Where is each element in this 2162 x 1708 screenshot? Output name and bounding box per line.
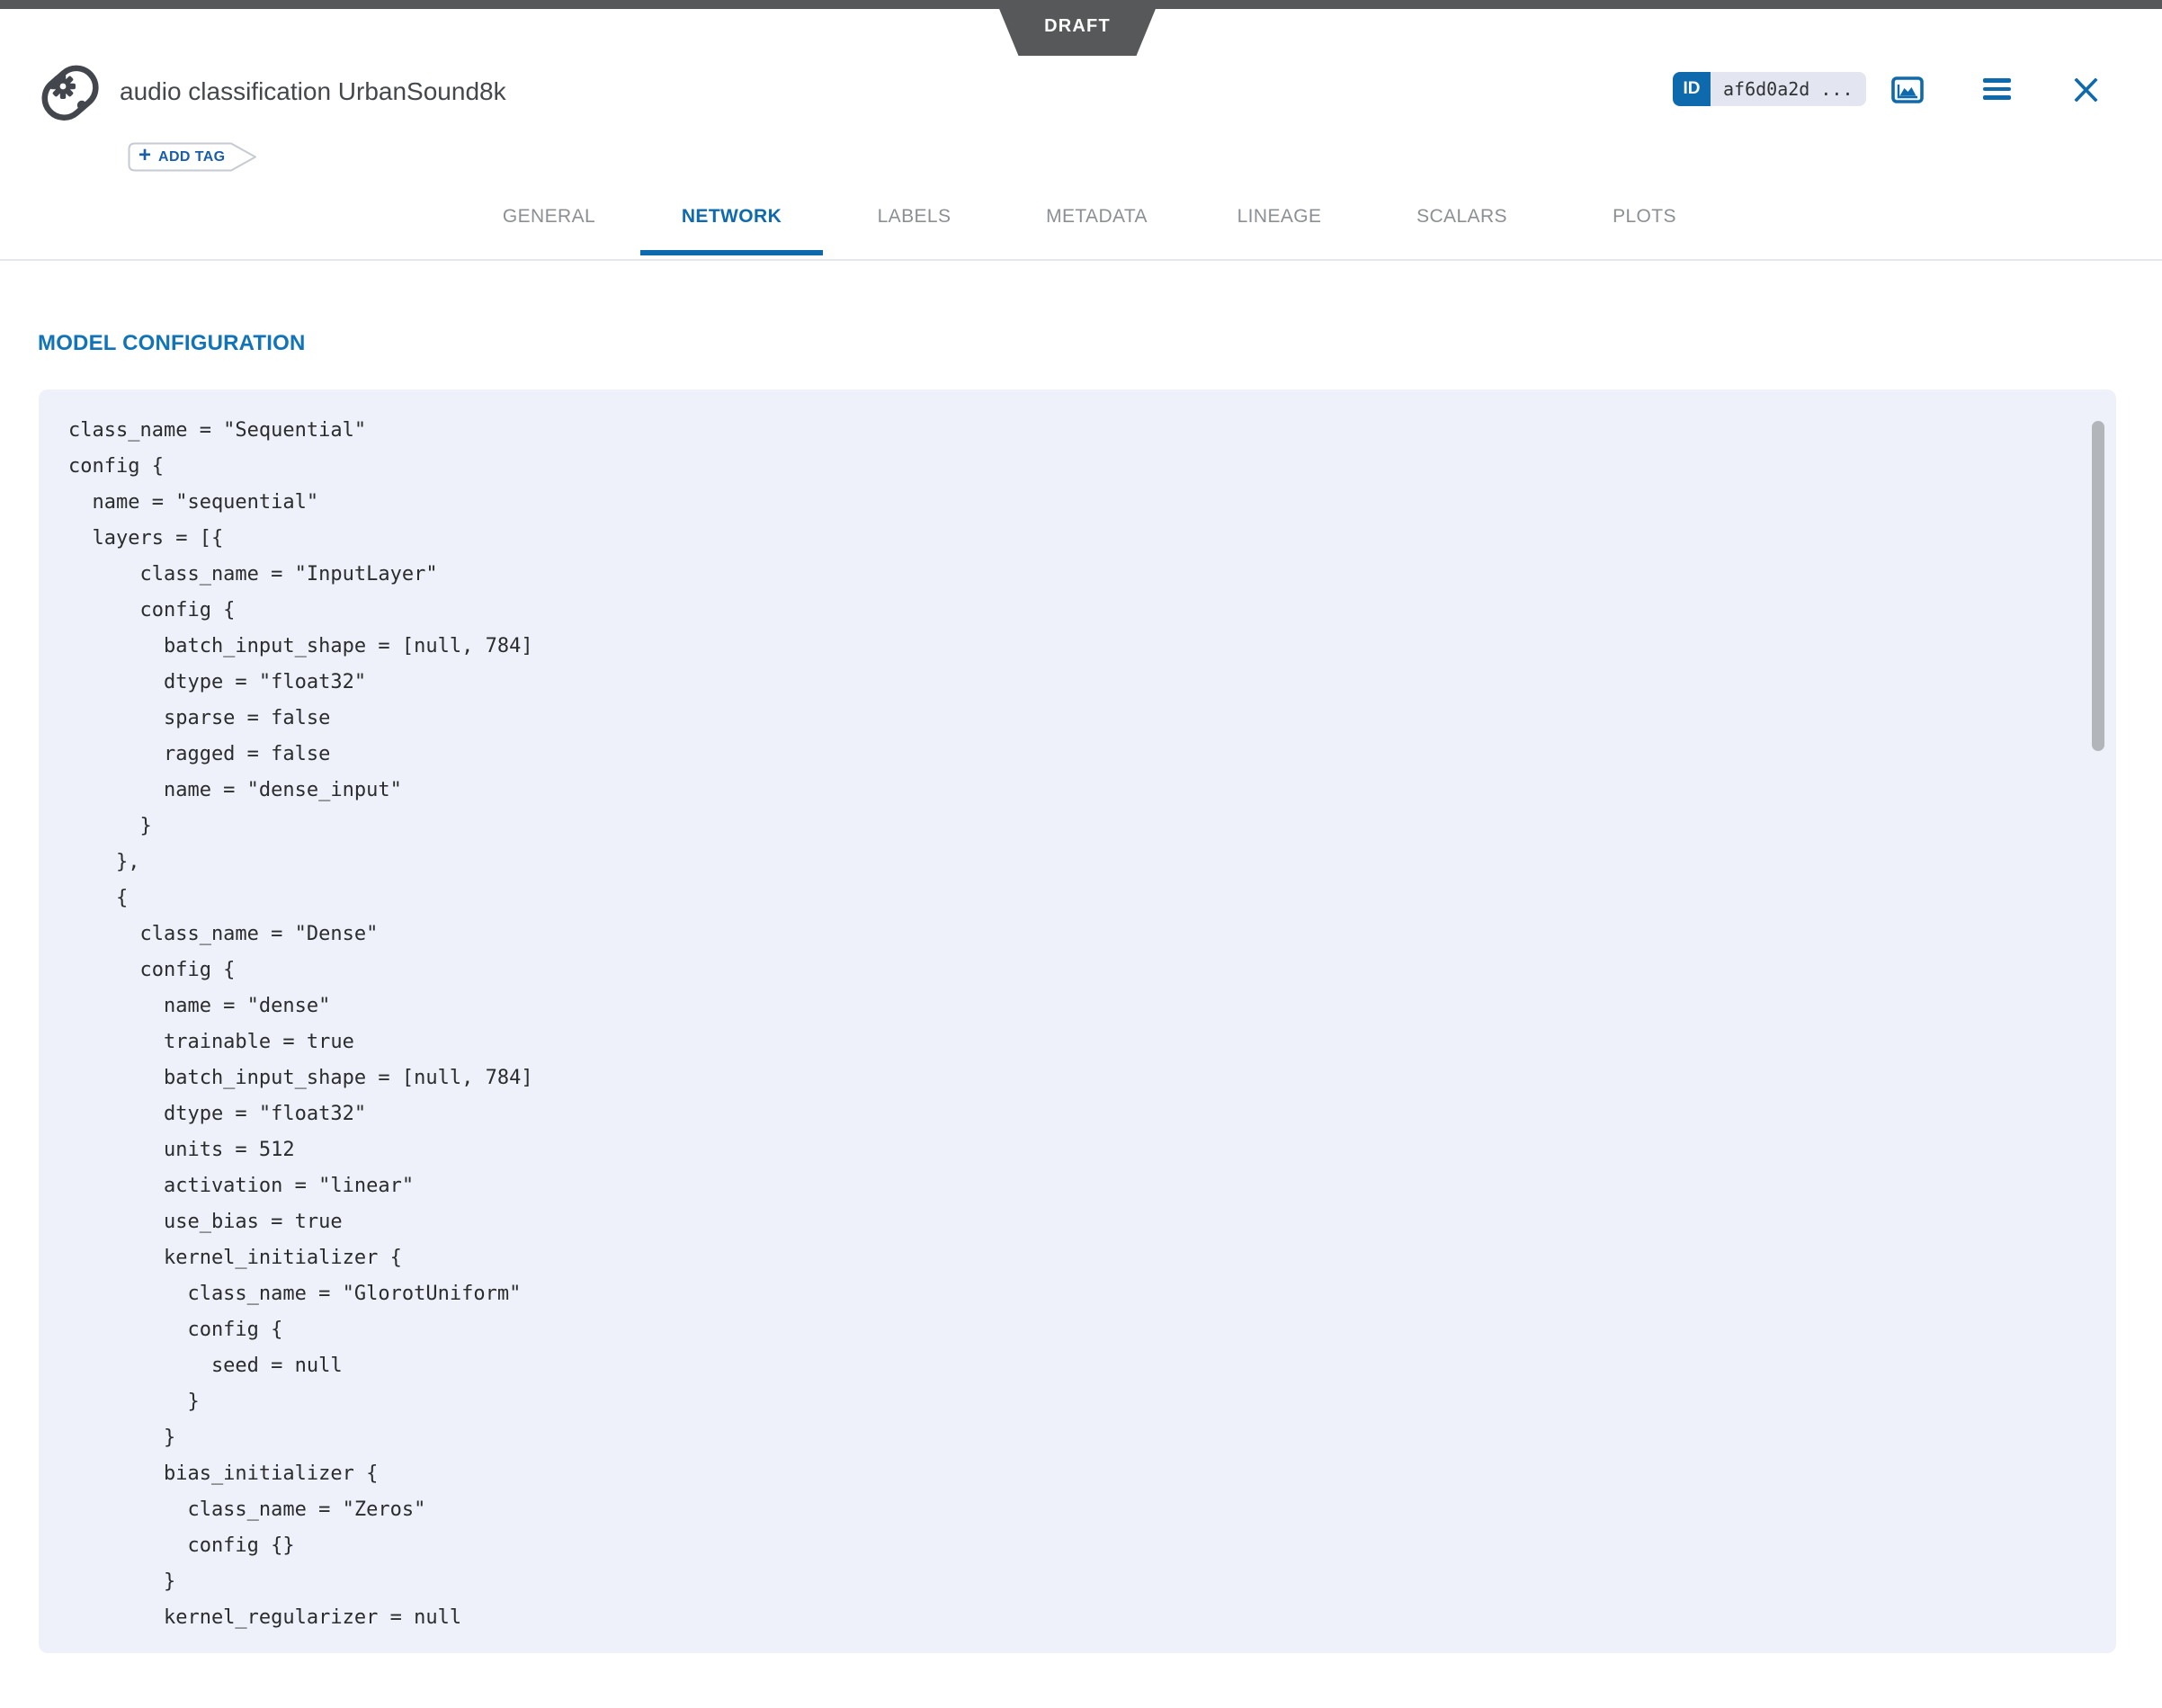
code-scrollbar-thumb[interactable] [2092, 421, 2104, 751]
model-detail-page: DRAFT audio classification UrbanSound8k … [0, 0, 2162, 1708]
tab-plots[interactable]: PLOTS [1553, 184, 1736, 255]
tabs-divider [0, 259, 2162, 261]
menu-bar [1983, 95, 2011, 100]
plot-preview-icon[interactable] [1891, 76, 1924, 103]
tab-lineage[interactable]: LINEAGE [1188, 184, 1371, 255]
tab-labels[interactable]: LABELS [823, 184, 1005, 255]
menu-icon[interactable] [1983, 78, 2011, 100]
model-config-card: class_name = "Sequential" config { name … [39, 389, 2116, 1653]
page-title: audio classification UrbanSound8k [120, 77, 506, 106]
model-gear-icon [41, 63, 99, 124]
id-badge[interactable]: ID af6d0a2d ... [1673, 72, 1866, 106]
tab-network[interactable]: NETWORK [640, 184, 823, 255]
tab-metadata[interactable]: METADATA [1005, 184, 1188, 255]
config-code: class_name = "Sequential" config { name … [68, 413, 2080, 1636]
status-badge-label: DRAFT [1044, 16, 1111, 40]
plus-icon: + [138, 145, 151, 169]
id-badge-value: af6d0a2d ... [1711, 72, 1866, 106]
add-tag-button[interactable]: + ADD TAG [128, 142, 257, 172]
tab-scalars[interactable]: SCALARS [1371, 184, 1553, 255]
id-badge-label: ID [1673, 72, 1711, 106]
status-badge: DRAFT [996, 0, 1159, 56]
tab-general[interactable]: GENERAL [458, 184, 640, 255]
section-title: MODEL CONFIGURATION [38, 331, 306, 356]
menu-bar [1983, 78, 2011, 83]
tabs: GENERALNETWORKLABELSMETADATALINEAGESCALA… [458, 184, 1736, 255]
add-tag-label: ADD TAG [158, 149, 226, 165]
close-icon[interactable] [2074, 78, 2098, 102]
menu-bar [1983, 87, 2011, 92]
